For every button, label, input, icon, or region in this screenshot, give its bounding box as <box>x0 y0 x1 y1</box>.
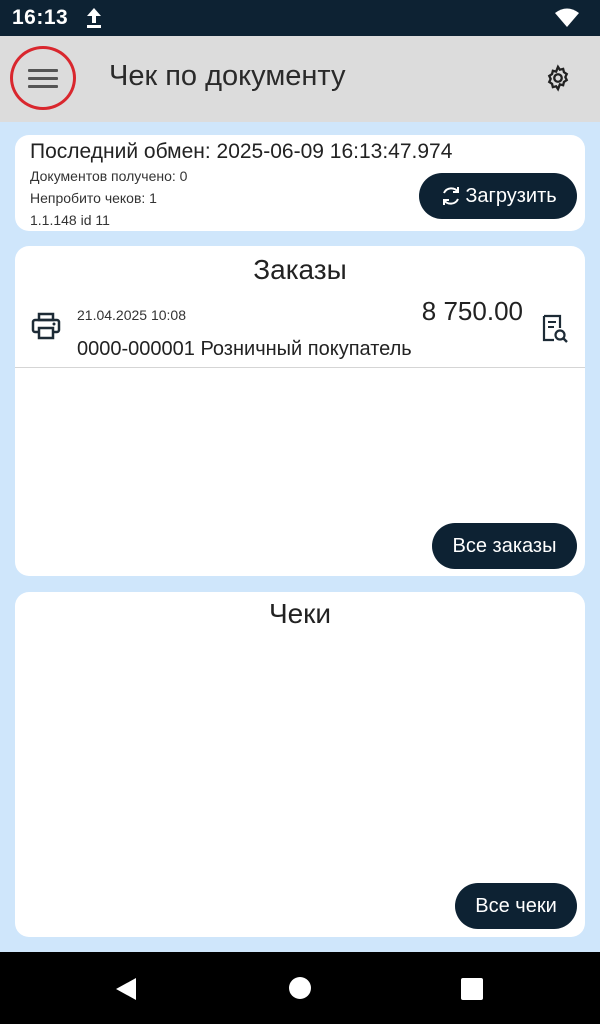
upload-icon <box>84 6 104 30</box>
document-search-icon[interactable] <box>541 314 569 349</box>
menu-icon <box>28 64 58 93</box>
menu-button[interactable] <box>10 46 76 110</box>
recent-apps-icon[interactable] <box>461 978 483 1000</box>
home-icon[interactable] <box>289 977 311 999</box>
orders-card: Заказы 21.04.2025 10:08 8 750.00 0000-00… <box>15 246 585 576</box>
gear-icon <box>547 64 569 92</box>
app-bar: Чек по документу <box>0 36 600 122</box>
unprinted-checks: Непробито чеков: 1 <box>30 190 157 206</box>
settings-button[interactable] <box>544 64 572 92</box>
all-checks-button[interactable]: Все чеки <box>455 883 577 929</box>
order-name: 0000-000001 Розничный покупатель <box>77 338 412 360</box>
exchange-card: Последний обмен: 2025-06-09 16:13:47.974… <box>15 135 585 231</box>
refresh-icon <box>443 187 460 205</box>
back-icon[interactable] <box>114 976 138 1007</box>
load-button[interactable]: Загрузить <box>419 173 577 219</box>
printer-icon[interactable] <box>31 312 61 345</box>
checks-title: Чеки <box>268 598 332 629</box>
page-title: Чек по документу <box>109 60 346 92</box>
checks-card: Чеки Все чеки <box>15 592 585 937</box>
status-bar: 16:13 <box>0 0 600 36</box>
order-date: 21.04.2025 10:08 <box>77 307 186 323</box>
all-orders-button[interactable]: Все заказы <box>432 523 577 569</box>
wifi-icon <box>554 8 580 33</box>
load-button-label: Загрузить <box>465 184 557 207</box>
version-info: 1.1.148 id 11 <box>30 212 110 228</box>
docs-received: Документов получено: 0 <box>30 168 188 184</box>
orders-title: Заказы <box>253 254 347 285</box>
nav-bar <box>0 952 600 1024</box>
order-sum: 8 750.00 <box>421 296 523 326</box>
status-time: 16:13 <box>12 6 69 29</box>
last-exchange: Последний обмен: 2025-06-09 16:13:47.974 <box>30 140 453 163</box>
order-row[interactable]: 21.04.2025 10:08 8 750.00 0000-000001 Ро… <box>15 294 585 368</box>
